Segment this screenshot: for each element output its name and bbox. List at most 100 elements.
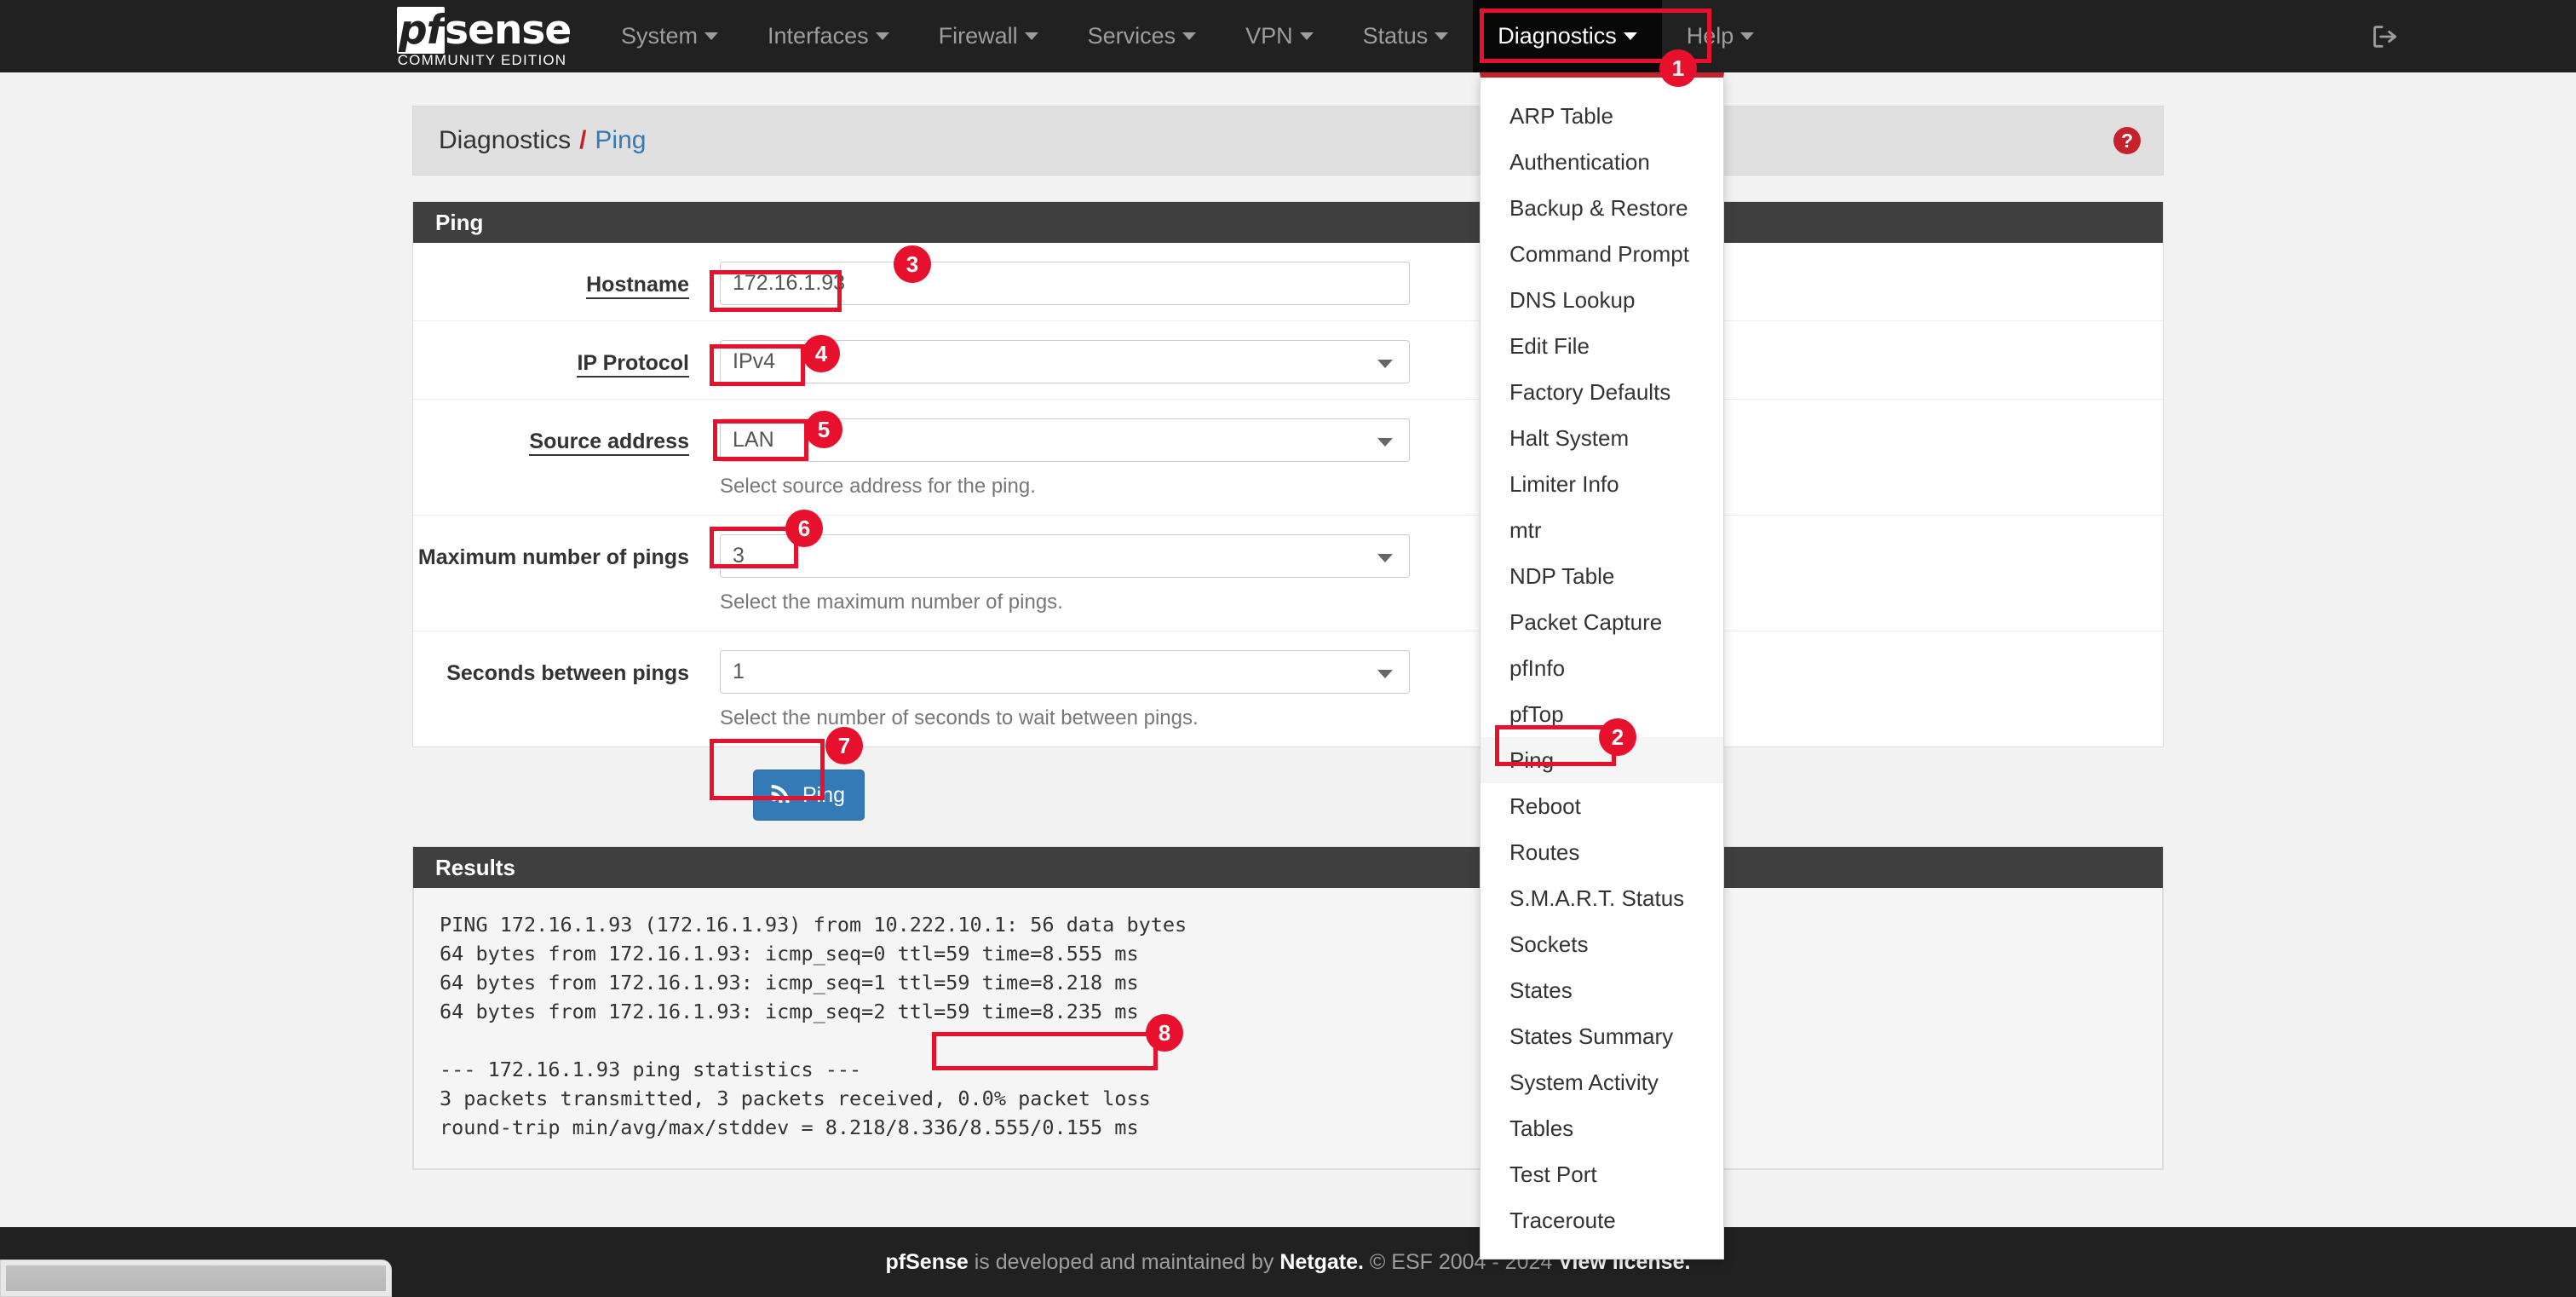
footer-middle: is developed and maintained by — [968, 1249, 1280, 1274]
brand-logo-text: pfsense — [397, 7, 572, 54]
chevron-down-icon — [1435, 32, 1449, 40]
form-row-seconds-between: Seconds between pings 1 Select the numbe… — [413, 631, 2163, 746]
nav-item-services[interactable]: Services — [1063, 0, 1222, 72]
seconds-between-label: Seconds between pings — [446, 661, 689, 685]
chevron-down-icon — [1299, 32, 1314, 40]
seconds-between-select[interactable]: 1 — [720, 650, 1410, 694]
annotation-number-7: 7 — [825, 727, 863, 764]
menu-item-smart-status[interactable]: S.M.A.R.T. Status — [1481, 875, 1723, 921]
nav-item-vpn[interactable]: VPN — [1221, 0, 1338, 72]
menu-item-states-summary[interactable]: States Summary — [1481, 1013, 1723, 1059]
menu-item-sockets[interactable]: Sockets — [1481, 921, 1723, 967]
breadcrumb: Diagnostics / Ping ? — [412, 106, 2164, 176]
nav-label: System — [621, 23, 699, 49]
chevron-down-icon — [1024, 32, 1038, 40]
form-row-source-address: Source address LAN Select source address… — [413, 400, 2163, 516]
pfsense-logo[interactable]: pfsense COMMUNITY EDITION — [397, 7, 572, 69]
breadcrumb-separator: / — [579, 126, 587, 154]
ping-panel-body: Hostname IP Protocol IPv4 Source address — [413, 243, 2163, 746]
nav-label: Services — [1087, 23, 1176, 49]
menu-item-test-port[interactable]: Test Port — [1481, 1151, 1723, 1197]
menu-item-routes[interactable]: Routes — [1481, 829, 1723, 875]
nav-label: VPN — [1245, 23, 1293, 49]
menu-item-pfinfo[interactable]: pfInfo — [1481, 645, 1723, 691]
menu-item-mtr[interactable]: mtr — [1481, 507, 1723, 553]
pfsense-ping-page: pfsense COMMUNITY EDITION System Interfa… — [0, 0, 2576, 1297]
rss-signal-icon — [769, 781, 792, 810]
scrollbar-thumb[interactable] — [6, 1265, 386, 1291]
menu-item-ndp-table[interactable]: NDP Table — [1481, 553, 1723, 599]
nav-item-firewall[interactable]: Firewall — [914, 0, 1063, 72]
ping-form-panel: Ping Hostname IP Protocol IPv4 — [412, 201, 2164, 747]
menu-item-states[interactable]: States — [1481, 967, 1723, 1013]
seconds-between-help: Select the number of seconds to wait bet… — [720, 706, 1199, 729]
brand-pf: pf — [397, 7, 446, 54]
menu-item-authentication[interactable]: Authentication — [1481, 139, 1723, 185]
seconds-between-select-wrap: 1 — [720, 650, 1410, 694]
source-address-label: Source address — [413, 418, 720, 456]
nav-label: Status — [1362, 23, 1429, 49]
nav-label: Firewall — [938, 23, 1018, 49]
breadcrumb-current[interactable]: Ping — [595, 126, 646, 155]
max-pings-help: Select the maximum number of pings. — [720, 591, 1063, 614]
seconds-between-field-wrap: 1 Select the number of seconds to wait b… — [720, 650, 1444, 731]
max-pings-label: Maximum number of pings — [417, 545, 689, 569]
nav-label: Help — [1686, 23, 1734, 49]
diagnostics-dropdown-menu: ARP Table Authentication Backup & Restor… — [1480, 72, 1724, 1260]
footer-brand: pfSense — [885, 1249, 969, 1274]
breadcrumb-parent: Diagnostics — [439, 126, 572, 154]
ping-button-label: Ping — [802, 782, 846, 807]
menu-item-halt-system[interactable]: Halt System — [1481, 415, 1723, 461]
menu-item-tables[interactable]: Tables — [1481, 1105, 1723, 1151]
hostname-field-wrap — [720, 262, 1444, 305]
brand-subtitle: COMMUNITY EDITION — [397, 52, 567, 68]
nav-label: Interfaces — [768, 23, 869, 49]
menu-item-reboot[interactable]: Reboot — [1481, 783, 1723, 829]
hostname-input[interactable] — [720, 262, 1410, 305]
ping-submit-button[interactable]: Ping — [753, 770, 865, 821]
nav-item-status[interactable]: Status — [1338, 0, 1474, 72]
form-row-ip-protocol: IP Protocol IPv4 — [413, 321, 2163, 400]
menu-item-command-prompt[interactable]: Command Prompt — [1481, 231, 1723, 277]
menu-item-packet-capture[interactable]: Packet Capture — [1481, 599, 1723, 645]
horizontal-scrollbar[interactable] — [0, 1260, 392, 1297]
hostname-label: Hostname — [413, 262, 720, 299]
annotation-number-3: 3 — [894, 245, 931, 283]
ip-protocol-label: IP Protocol — [413, 340, 720, 378]
top-navigation-bar: pfsense COMMUNITY EDITION System Interfa… — [0, 0, 2576, 72]
annotation-number-8: 8 — [1146, 1014, 1183, 1052]
nav-item-interfaces[interactable]: Interfaces — [743, 0, 914, 72]
question-mark-icon[interactable]: ? — [2113, 127, 2141, 154]
chevron-down-icon — [1623, 32, 1637, 40]
footer-netgate: Netgate. — [1279, 1249, 1364, 1274]
menu-item-dns-lookup[interactable]: DNS Lookup — [1481, 277, 1723, 323]
ping-results-output: PING 172.16.1.93 (172.16.1.93) from 10.2… — [413, 888, 2163, 1169]
nav-items-list: System Interfaces Firewall Services VPN … — [596, 0, 1779, 72]
results-panel: Results PING 172.16.1.93 (172.16.1.93) f… — [412, 846, 2164, 1170]
menu-item-traceroute[interactable]: Traceroute — [1481, 1197, 1723, 1243]
max-pings-select[interactable]: 3 — [720, 534, 1410, 578]
max-pings-select-wrap: 3 — [720, 534, 1410, 578]
nav-item-system[interactable]: System — [596, 0, 743, 72]
main-content: Diagnostics / Ping ? Ping Hostname IP Pr… — [412, 106, 2164, 1170]
nav-label: Diagnostics — [1498, 23, 1617, 49]
annotation-number-2: 2 — [1599, 718, 1636, 756]
nav-item-diagnostics[interactable]: Diagnostics — [1473, 0, 1662, 72]
annotation-number-1: 1 — [1659, 49, 1697, 87]
chevron-down-icon — [704, 32, 719, 40]
chevron-down-icon — [875, 32, 889, 40]
menu-item-system-activity[interactable]: System Activity — [1481, 1059, 1723, 1105]
menu-item-arp-table[interactable]: ARP Table — [1481, 93, 1723, 139]
chevron-down-icon — [1182, 32, 1197, 40]
form-row-hostname: Hostname — [413, 243, 2163, 321]
menu-item-backup-restore[interactable]: Backup & Restore — [1481, 185, 1723, 231]
menu-item-limiter-info[interactable]: Limiter Info — [1481, 461, 1723, 507]
max-pings-field-wrap: 3 Select the maximum number of pings. — [720, 534, 1444, 615]
menu-item-factory-defaults[interactable]: Factory Defaults — [1481, 369, 1723, 415]
chevron-down-icon — [1740, 32, 1755, 40]
ping-button-row: Ping — [412, 747, 2164, 846]
menu-item-edit-file[interactable]: Edit File — [1481, 323, 1723, 369]
form-row-max-pings: Maximum number of pings 3 Select the max… — [413, 516, 2163, 631]
brand-sense: sense — [445, 7, 572, 54]
logout-icon[interactable] — [2370, 22, 2399, 51]
